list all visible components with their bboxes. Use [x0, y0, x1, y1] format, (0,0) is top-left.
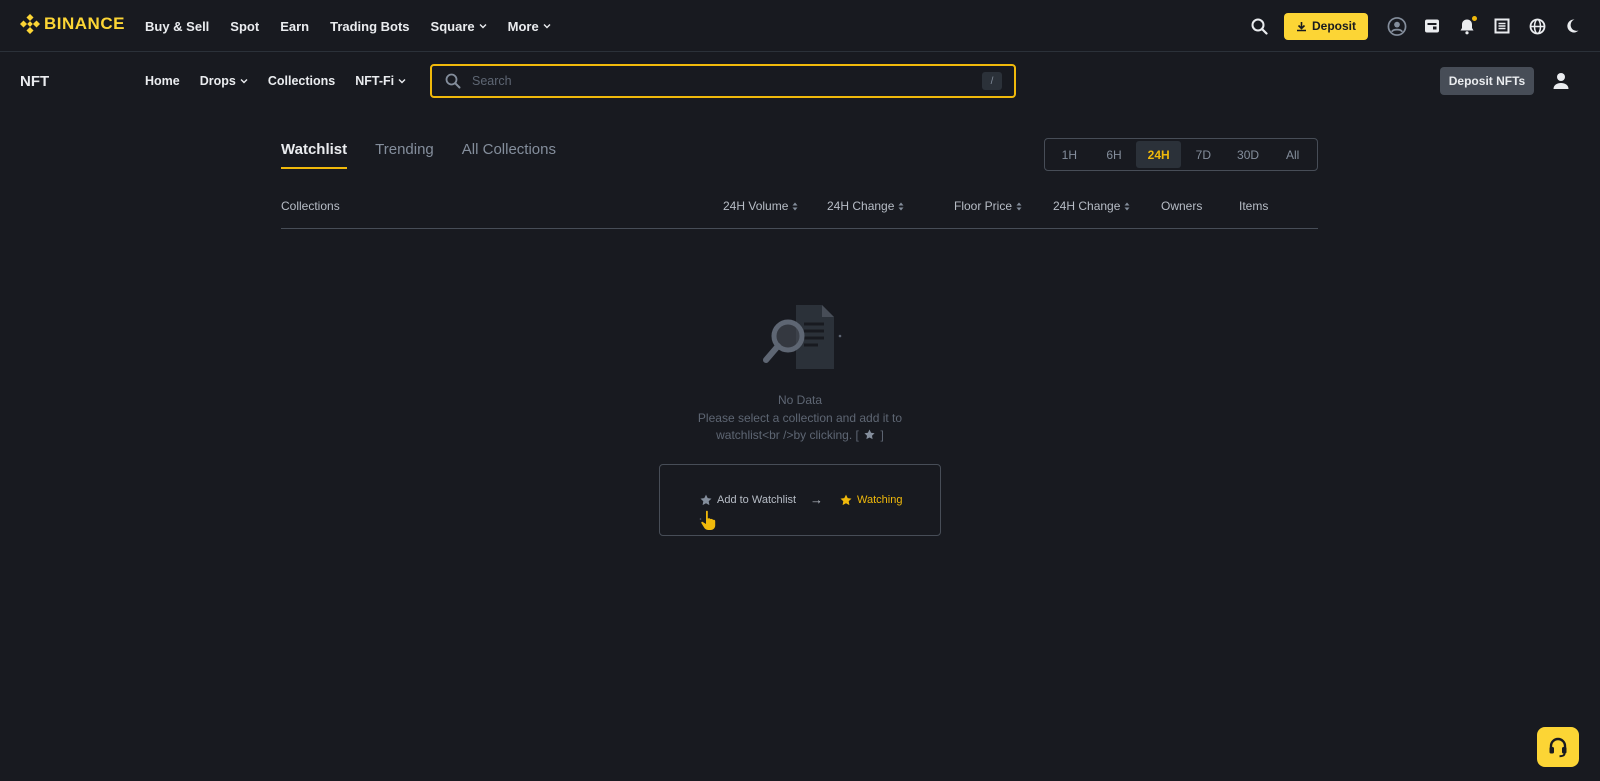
time-filter-1h[interactable]: 1H	[1047, 141, 1092, 168]
tab-all-collections[interactable]: All Collections	[462, 141, 556, 169]
add-to-watchlist-button[interactable]: Add to Watchlist	[700, 494, 796, 506]
topnav-item-trading-bots[interactable]: Trading Bots	[330, 19, 409, 34]
chevron-down-icon	[240, 76, 248, 86]
collection-tabs: Watchlist Trending All Collections	[281, 141, 584, 169]
binance-diamond-icon	[20, 14, 40, 34]
account-icon[interactable]	[1387, 16, 1407, 36]
column-header-floor-price[interactable]: Floor Price	[954, 199, 1022, 213]
chevron-down-icon	[543, 21, 551, 31]
subnav-item-label: Drops	[199, 74, 236, 88]
column-header-owners: Owners	[1161, 199, 1202, 213]
subnav-item-nft-fi[interactable]: NFT-Fi	[355, 74, 406, 88]
subnav-item-label: Collections	[267, 74, 336, 88]
moon-icon[interactable]	[1562, 16, 1582, 36]
nft-section-title[interactable]: NFT	[20, 73, 49, 90]
topnav-item-square[interactable]: Square	[431, 19, 487, 34]
no-data-title: No Data	[777, 393, 823, 407]
subnav-item-drops[interactable]: Drops	[200, 74, 248, 88]
deposit-nfts-button[interactable]: Deposit NFTs	[1440, 67, 1534, 95]
column-header-label: 24H Change	[827, 199, 895, 213]
no-data-line-2: watchlist<br />by clicking. [ ]	[600, 427, 1000, 444]
topnav-item-buy-sell[interactable]: Buy & Sell	[145, 19, 209, 34]
notification-dot	[1472, 16, 1477, 21]
topnav-item-label: Earn	[280, 18, 310, 34]
sort-icon	[898, 202, 904, 211]
add-to-watchlist-label: Add to Watchlist	[717, 494, 797, 506]
user-icon[interactable]	[1551, 71, 1571, 91]
brand-name: BINANCE	[44, 14, 125, 33]
no-data-description: Please select a collection and add it to…	[600, 410, 1000, 444]
time-range-filter: 1H 6H 24H 7D 30D All	[1044, 138, 1318, 171]
time-filter-all[interactable]: All	[1270, 141, 1315, 168]
star-filled-icon	[840, 494, 852, 506]
download-icon	[1296, 21, 1306, 31]
chevron-down-icon	[398, 76, 406, 86]
time-filter-7d[interactable]: 7D	[1181, 141, 1226, 168]
topnav-item-spot[interactable]: Spot	[230, 19, 259, 34]
time-filter-30d[interactable]: 30D	[1226, 141, 1271, 168]
search-input[interactable]: Search /	[430, 64, 1016, 98]
column-header-24h-change[interactable]: 24H Change	[827, 199, 904, 213]
binance-logo[interactable]: BINANCE	[20, 14, 125, 34]
search-icon	[445, 73, 461, 89]
watching-button[interactable]: Watching	[840, 494, 902, 506]
table-header: Collections 24H Volume 24H Change Floor Pri…	[281, 192, 1318, 229]
subnav-item-home[interactable]: Home	[145, 74, 180, 88]
wallet-icon[interactable]	[1422, 16, 1442, 36]
search-placeholder: Search	[472, 74, 512, 88]
star-outline-icon	[700, 494, 712, 506]
chevron-down-icon	[479, 21, 487, 31]
sort-icon	[792, 202, 798, 211]
subnav-item-label: NFT-Fi	[355, 74, 395, 88]
tab-watchlist[interactable]: Watchlist	[281, 141, 348, 169]
arrow-right-icon: →	[810, 492, 823, 507]
top-navbar: BINANCE Buy & Sell Spot Earn Trading Bots Sq…	[0, 0, 1600, 52]
column-header-label: 24H Volume	[723, 199, 789, 213]
column-header-label: Collections	[281, 199, 340, 213]
column-header-24h-volume[interactable]: 24H Volume	[723, 199, 798, 213]
column-header-collections: Collections	[281, 199, 340, 213]
sort-icon	[1124, 202, 1130, 211]
nft-subnav: NFT Home Drops Collections NFT-Fi Search / …	[0, 53, 1600, 109]
column-header-label: Owners	[1161, 199, 1203, 213]
no-data-line-2-suffix: ]	[880, 428, 884, 442]
time-filter-24h[interactable]: 24H	[1136, 141, 1182, 168]
star-icon	[864, 429, 875, 440]
no-data-line-2-prefix: watchlist<br />by clicking. [	[716, 428, 859, 442]
topnav-item-label: More	[507, 18, 539, 34]
pointer-hand-icon	[698, 509, 718, 531]
globe-icon[interactable]	[1527, 16, 1547, 36]
transfer-icon[interactable]	[1492, 16, 1512, 36]
topnav-item-label: Buy & Sell	[145, 18, 210, 34]
column-header-label: 24H Change	[1053, 199, 1121, 213]
column-header-24h-change-floor[interactable]: 24H Change	[1053, 199, 1130, 213]
watching-label: Watching	[857, 494, 903, 506]
deposit-button[interactable]: Deposit	[1283, 12, 1368, 40]
no-data-illustration	[760, 300, 844, 376]
headset-icon	[1549, 737, 1567, 758]
topnav-item-label: Spot	[230, 18, 260, 34]
bell-icon[interactable]	[1457, 16, 1477, 36]
topnav-item-label: Square	[430, 18, 475, 34]
customer-support-button[interactable]	[1537, 727, 1579, 767]
watchlist-hint-box: Add to Watchlist → Watching	[659, 464, 941, 536]
search-shortcut-key: /	[982, 72, 1002, 90]
topnav-item-more[interactable]: More	[508, 19, 551, 34]
topnav-item-earn[interactable]: Earn	[280, 19, 309, 34]
subnav-item-label: Home	[145, 74, 180, 88]
tab-trending[interactable]: Trending	[375, 141, 434, 169]
time-filter-6h[interactable]: 6H	[1092, 141, 1137, 168]
search-icon[interactable]	[1250, 16, 1270, 36]
no-data-line-1: Please select a collection and add it to	[697, 411, 903, 425]
column-header-label: Floor Price	[954, 199, 1013, 213]
subnav-item-collections[interactable]: Collections	[268, 74, 335, 88]
column-header-label: Items	[1239, 199, 1269, 213]
column-header-items: Items	[1239, 199, 1268, 213]
sort-icon	[1016, 202, 1022, 211]
deposit-label: Deposit	[1311, 19, 1356, 33]
topnav-item-label: Trading Bots	[330, 18, 410, 34]
